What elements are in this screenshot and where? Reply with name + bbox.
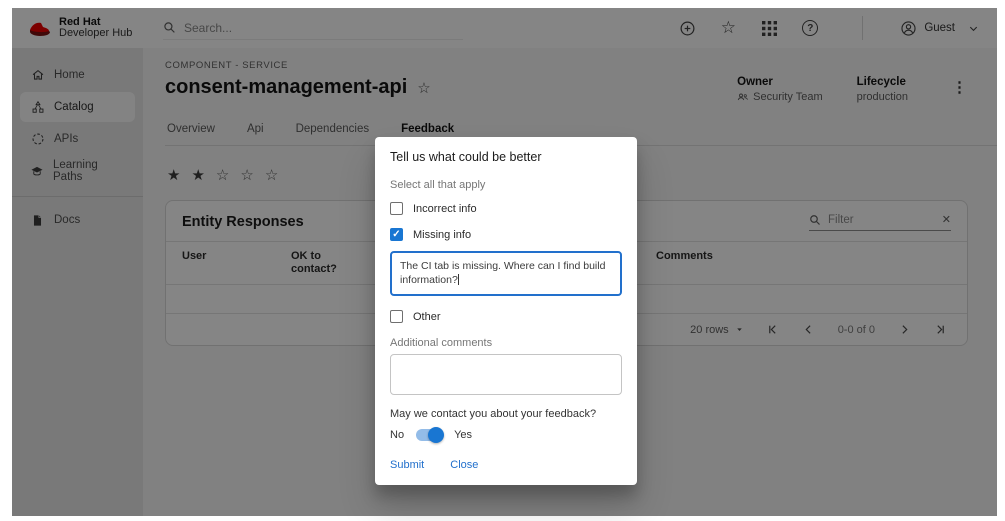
feedback-dialog: Tell us what could be better Select all …	[375, 137, 637, 485]
checkbox-other[interactable]: ✓ Other	[390, 308, 622, 325]
contact-question: May we contact you about your feedback?	[390, 408, 622, 420]
checkbox-icon: ✓	[390, 202, 403, 215]
checkbox-icon: ✓	[390, 310, 403, 323]
contact-toggle-row: No Yes	[390, 429, 622, 441]
checkbox-icon: ✓	[390, 228, 403, 241]
additional-comments-label: Additional comments	[390, 337, 622, 349]
missing-info-textarea[interactable]: The CI tab is missing. Where can I find …	[390, 251, 622, 296]
additional-comments-textarea[interactable]	[390, 354, 622, 395]
checkbox-incorrect-info[interactable]: ✓ Incorrect info	[390, 200, 622, 217]
dialog-subtitle: Select all that apply	[390, 179, 622, 191]
toggle-off-label: No	[390, 429, 404, 441]
text-cursor	[458, 274, 459, 285]
checkbox-missing-info[interactable]: ✓ Missing info	[390, 226, 622, 243]
toggle-on-label: Yes	[454, 429, 472, 441]
contact-toggle-switch[interactable]	[416, 429, 442, 441]
toggle-knob	[428, 427, 444, 443]
dialog-title: Tell us what could be better	[390, 150, 622, 164]
close-button[interactable]: Close	[450, 459, 478, 471]
submit-button[interactable]: Submit	[390, 459, 424, 471]
